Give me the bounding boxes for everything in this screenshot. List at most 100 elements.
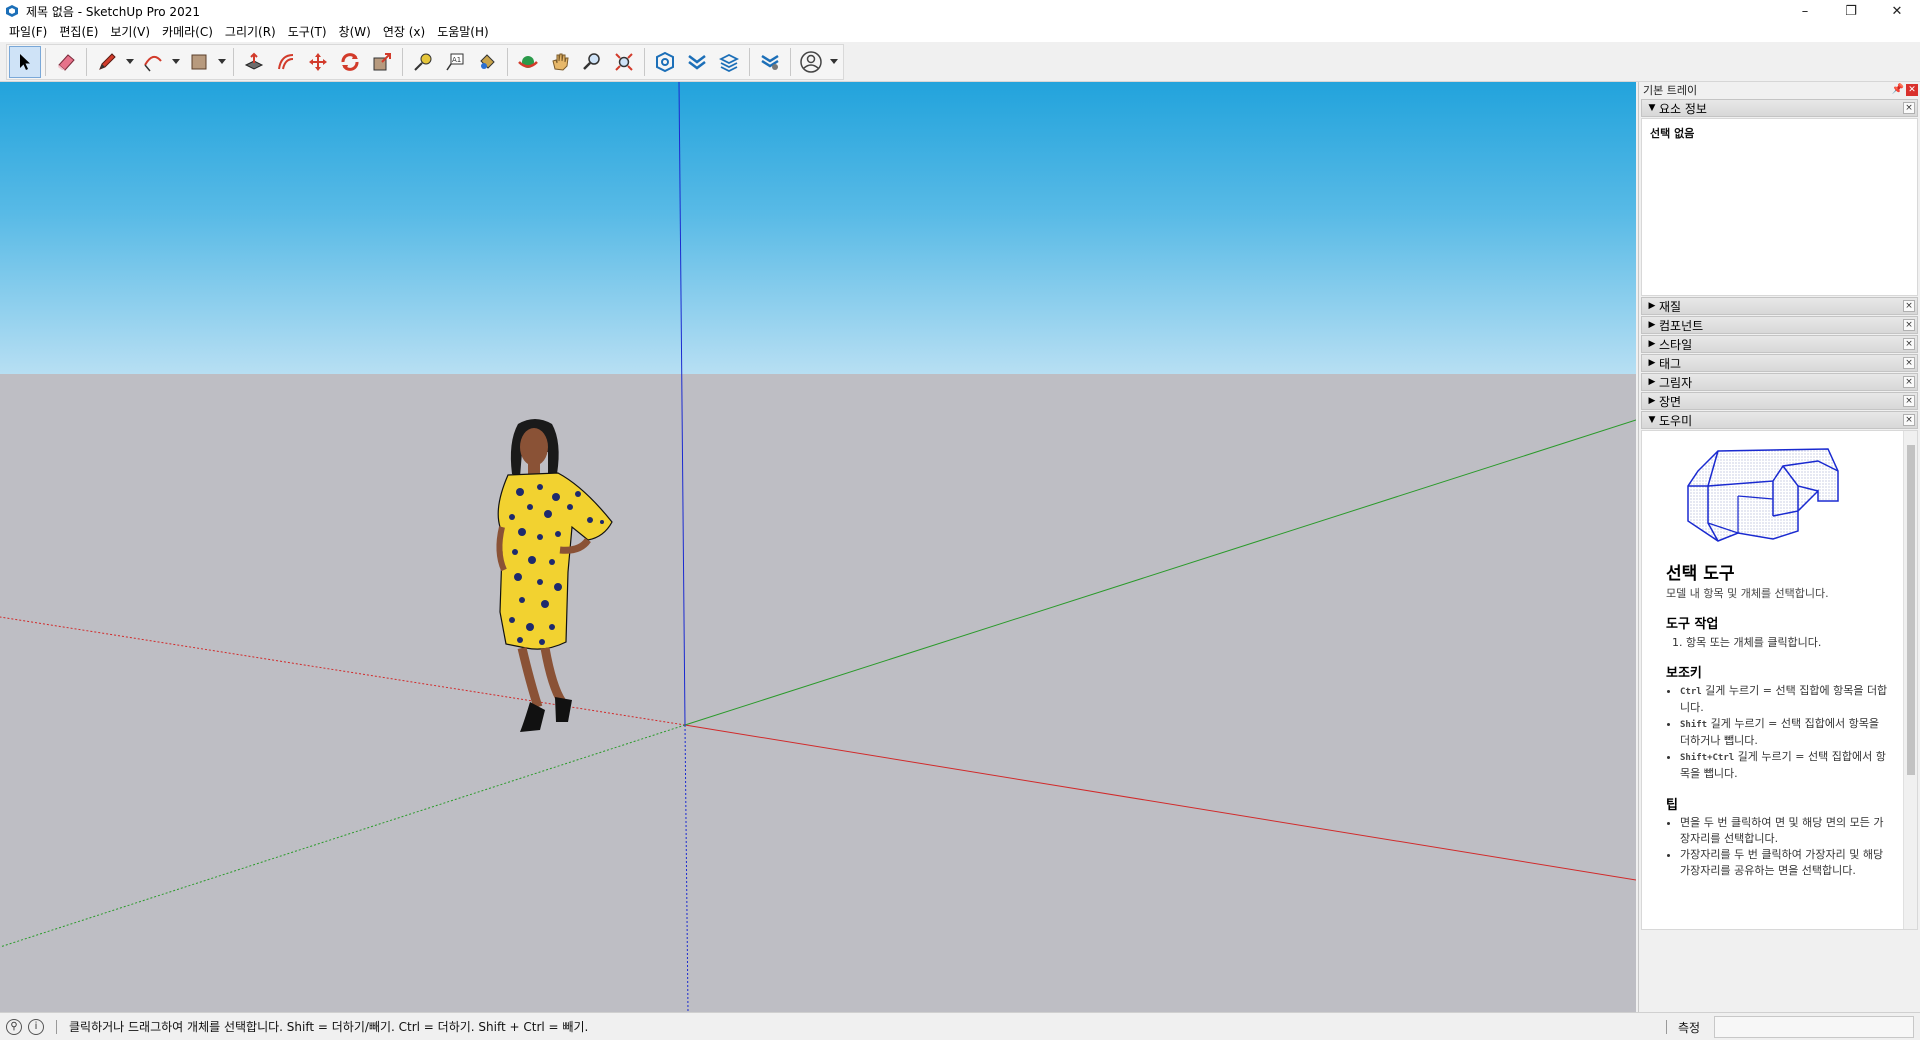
hand-icon xyxy=(552,53,569,71)
move-tool[interactable] xyxy=(302,46,334,78)
zoom-icon xyxy=(583,53,600,70)
eraser-icon xyxy=(58,54,75,71)
modifier-text: 길게 누르기 = 선택 집합에 항목을 더합니다. xyxy=(1680,684,1888,714)
rotate-icon xyxy=(341,53,359,71)
zoom-extents-tool[interactable] xyxy=(608,46,640,78)
panel-instructor[interactable]: ▼ 도우미 × xyxy=(1641,411,1918,429)
menu-camera[interactable]: 카메라(C) xyxy=(156,22,219,42)
panel-entity-info[interactable]: ▼ 요소 정보 × xyxy=(1641,99,1918,117)
line-tool[interactable] xyxy=(91,46,123,78)
tape-measure-tool[interactable] xyxy=(407,46,439,78)
menu-window[interactable]: 창(W) xyxy=(333,22,377,42)
pan-tool[interactable] xyxy=(544,46,576,78)
select-tool[interactable] xyxy=(9,46,41,78)
panel-title: 장면 xyxy=(1659,394,1682,409)
paint-bucket-tool[interactable] xyxy=(471,46,503,78)
collapsed-arrow-icon: ▶ xyxy=(1648,377,1656,387)
geo-location-icon[interactable]: ⚲ xyxy=(6,1018,22,1035)
modeling-viewport[interactable] xyxy=(0,82,1636,1012)
panel-tags[interactable]: ▶ 태그 × xyxy=(1641,354,1918,372)
menu-edit[interactable]: 편집(E) xyxy=(53,22,104,42)
restore-button[interactable]: ❐ xyxy=(1828,0,1874,22)
list-item: Ctrl 길게 누르기 = 선택 집합에 항목을 더합니다. xyxy=(1680,683,1892,716)
layout-icon xyxy=(718,53,740,73)
extension-manager-icon xyxy=(761,54,779,70)
warehouse-icon xyxy=(656,51,674,73)
panel-title: 컴포넌트 xyxy=(1659,318,1704,333)
menu-extensions[interactable]: 연장 (x) xyxy=(377,22,431,42)
scale-tool[interactable] xyxy=(366,46,398,78)
arc-tool-dropdown[interactable] xyxy=(169,46,183,78)
account-dropdown[interactable] xyxy=(827,46,841,78)
rotate-tool[interactable] xyxy=(334,46,366,78)
modifier-key: Ctrl xyxy=(1680,687,1702,697)
panel-title: 도우미 xyxy=(1659,413,1693,428)
status-bar: ⚲ i 클릭하거나 드래그하여 개체를 선택합니다. Shift = 더하기/빼… xyxy=(0,1012,1920,1040)
panel-close-button[interactable]: × xyxy=(1903,319,1915,331)
rectangle-tool-dropdown[interactable] xyxy=(215,46,229,78)
account-button[interactable] xyxy=(795,46,827,78)
pin-icon[interactable]: 📌 xyxy=(1892,84,1904,95)
instructor-body: 선택 도구 모델 내 항목 및 개체를 선택합니다. 도구 작업 1. 항목 또… xyxy=(1641,430,1918,930)
pencil-icon xyxy=(99,53,116,70)
panel-close-button[interactable]: × xyxy=(1903,102,1915,114)
measurements-label: 측정 xyxy=(1678,1021,1701,1035)
modifier-heading: 보조키 xyxy=(1666,666,1702,681)
toolbar: A1 xyxy=(0,42,1920,82)
chevron-down-icon xyxy=(218,59,226,64)
offset-tool[interactable] xyxy=(270,46,302,78)
zoom-tool[interactable] xyxy=(576,46,608,78)
collapsed-arrow-icon: ▶ xyxy=(1648,358,1656,368)
menu-tools[interactable]: 도구(T) xyxy=(282,22,333,42)
info-icon[interactable]: i xyxy=(28,1018,44,1035)
offset-icon xyxy=(278,54,294,70)
arc-icon xyxy=(144,55,162,72)
extension-warehouse-button[interactable] xyxy=(681,46,713,78)
chevron-down-icon xyxy=(830,59,838,64)
collapsed-arrow-icon: ▶ xyxy=(1648,396,1656,406)
arc-tool[interactable] xyxy=(137,46,169,78)
sketchup-window: 제목 없음 - SketchUp Pro 2021 – ❐ ✕ 파일(F) 편집… xyxy=(0,0,1920,1040)
panel-close-button[interactable]: × xyxy=(1903,300,1915,312)
rectangle-tool[interactable] xyxy=(183,46,215,78)
arrow-icon xyxy=(20,54,30,70)
panel-close-button[interactable]: × xyxy=(1903,414,1915,426)
menu-view[interactable]: 보기(V) xyxy=(104,22,156,42)
entity-info-body: 선택 없음 xyxy=(1641,118,1918,296)
minimize-button[interactable]: – xyxy=(1782,0,1828,22)
red-axis-negative xyxy=(0,616,686,726)
orbit-tool[interactable] xyxy=(512,46,544,78)
measurements-input[interactable] xyxy=(1714,1016,1914,1038)
3d-warehouse-button[interactable] xyxy=(649,46,681,78)
tray-close-button[interactable]: ✕ xyxy=(1906,84,1918,96)
panel-title: 태그 xyxy=(1659,356,1682,371)
panel-scenes[interactable]: ▶ 장면 × xyxy=(1641,392,1918,410)
panel-close-button[interactable]: × xyxy=(1903,395,1915,407)
eraser-tool[interactable] xyxy=(50,46,82,78)
close-window-button[interactable]: ✕ xyxy=(1874,0,1920,22)
panel-close-button[interactable]: × xyxy=(1903,338,1915,350)
menu-file[interactable]: 파일(F) xyxy=(3,22,53,42)
panel-components[interactable]: ▶ 컴포넌트 × xyxy=(1641,316,1918,334)
panel-close-button[interactable]: × xyxy=(1903,357,1915,369)
menu-draw[interactable]: 그리기(R) xyxy=(219,22,282,42)
green-axis-positive xyxy=(684,419,1636,726)
panel-materials[interactable]: ▶ 재질 × xyxy=(1641,297,1918,315)
panel-shadows[interactable]: ▶ 그림자 × xyxy=(1641,373,1918,391)
menu-help[interactable]: 도움말(H) xyxy=(431,22,495,42)
layout-button[interactable] xyxy=(713,46,745,78)
push-pull-tool[interactable] xyxy=(238,46,270,78)
text-icon: A1 xyxy=(446,53,464,71)
scrollbar-thumb[interactable] xyxy=(1907,445,1915,775)
extension-manager-button[interactable] xyxy=(754,46,786,78)
panel-close-button[interactable]: × xyxy=(1903,376,1915,388)
line-tool-dropdown[interactable] xyxy=(123,46,137,78)
list-item: 가장자리를 두 번 클릭하여 가장자리 및 해당 가장자리를 공유하는 면을 선… xyxy=(1680,847,1892,879)
panel-styles[interactable]: ▶ 스타일 × xyxy=(1641,335,1918,353)
green-axis-negative xyxy=(0,724,686,948)
instructor-scrollbar[interactable] xyxy=(1903,431,1917,929)
list-item: Shift+Ctrl 길게 누르기 = 선택 집합에서 항목을 뺍니다. xyxy=(1680,749,1892,782)
text-tool[interactable]: A1 xyxy=(439,46,471,78)
entity-info-text: 선택 없음 xyxy=(1650,127,1695,140)
modifier-list: Ctrl 길게 누르기 = 선택 집합에 항목을 더합니다. Shift 길게 … xyxy=(1680,683,1892,782)
